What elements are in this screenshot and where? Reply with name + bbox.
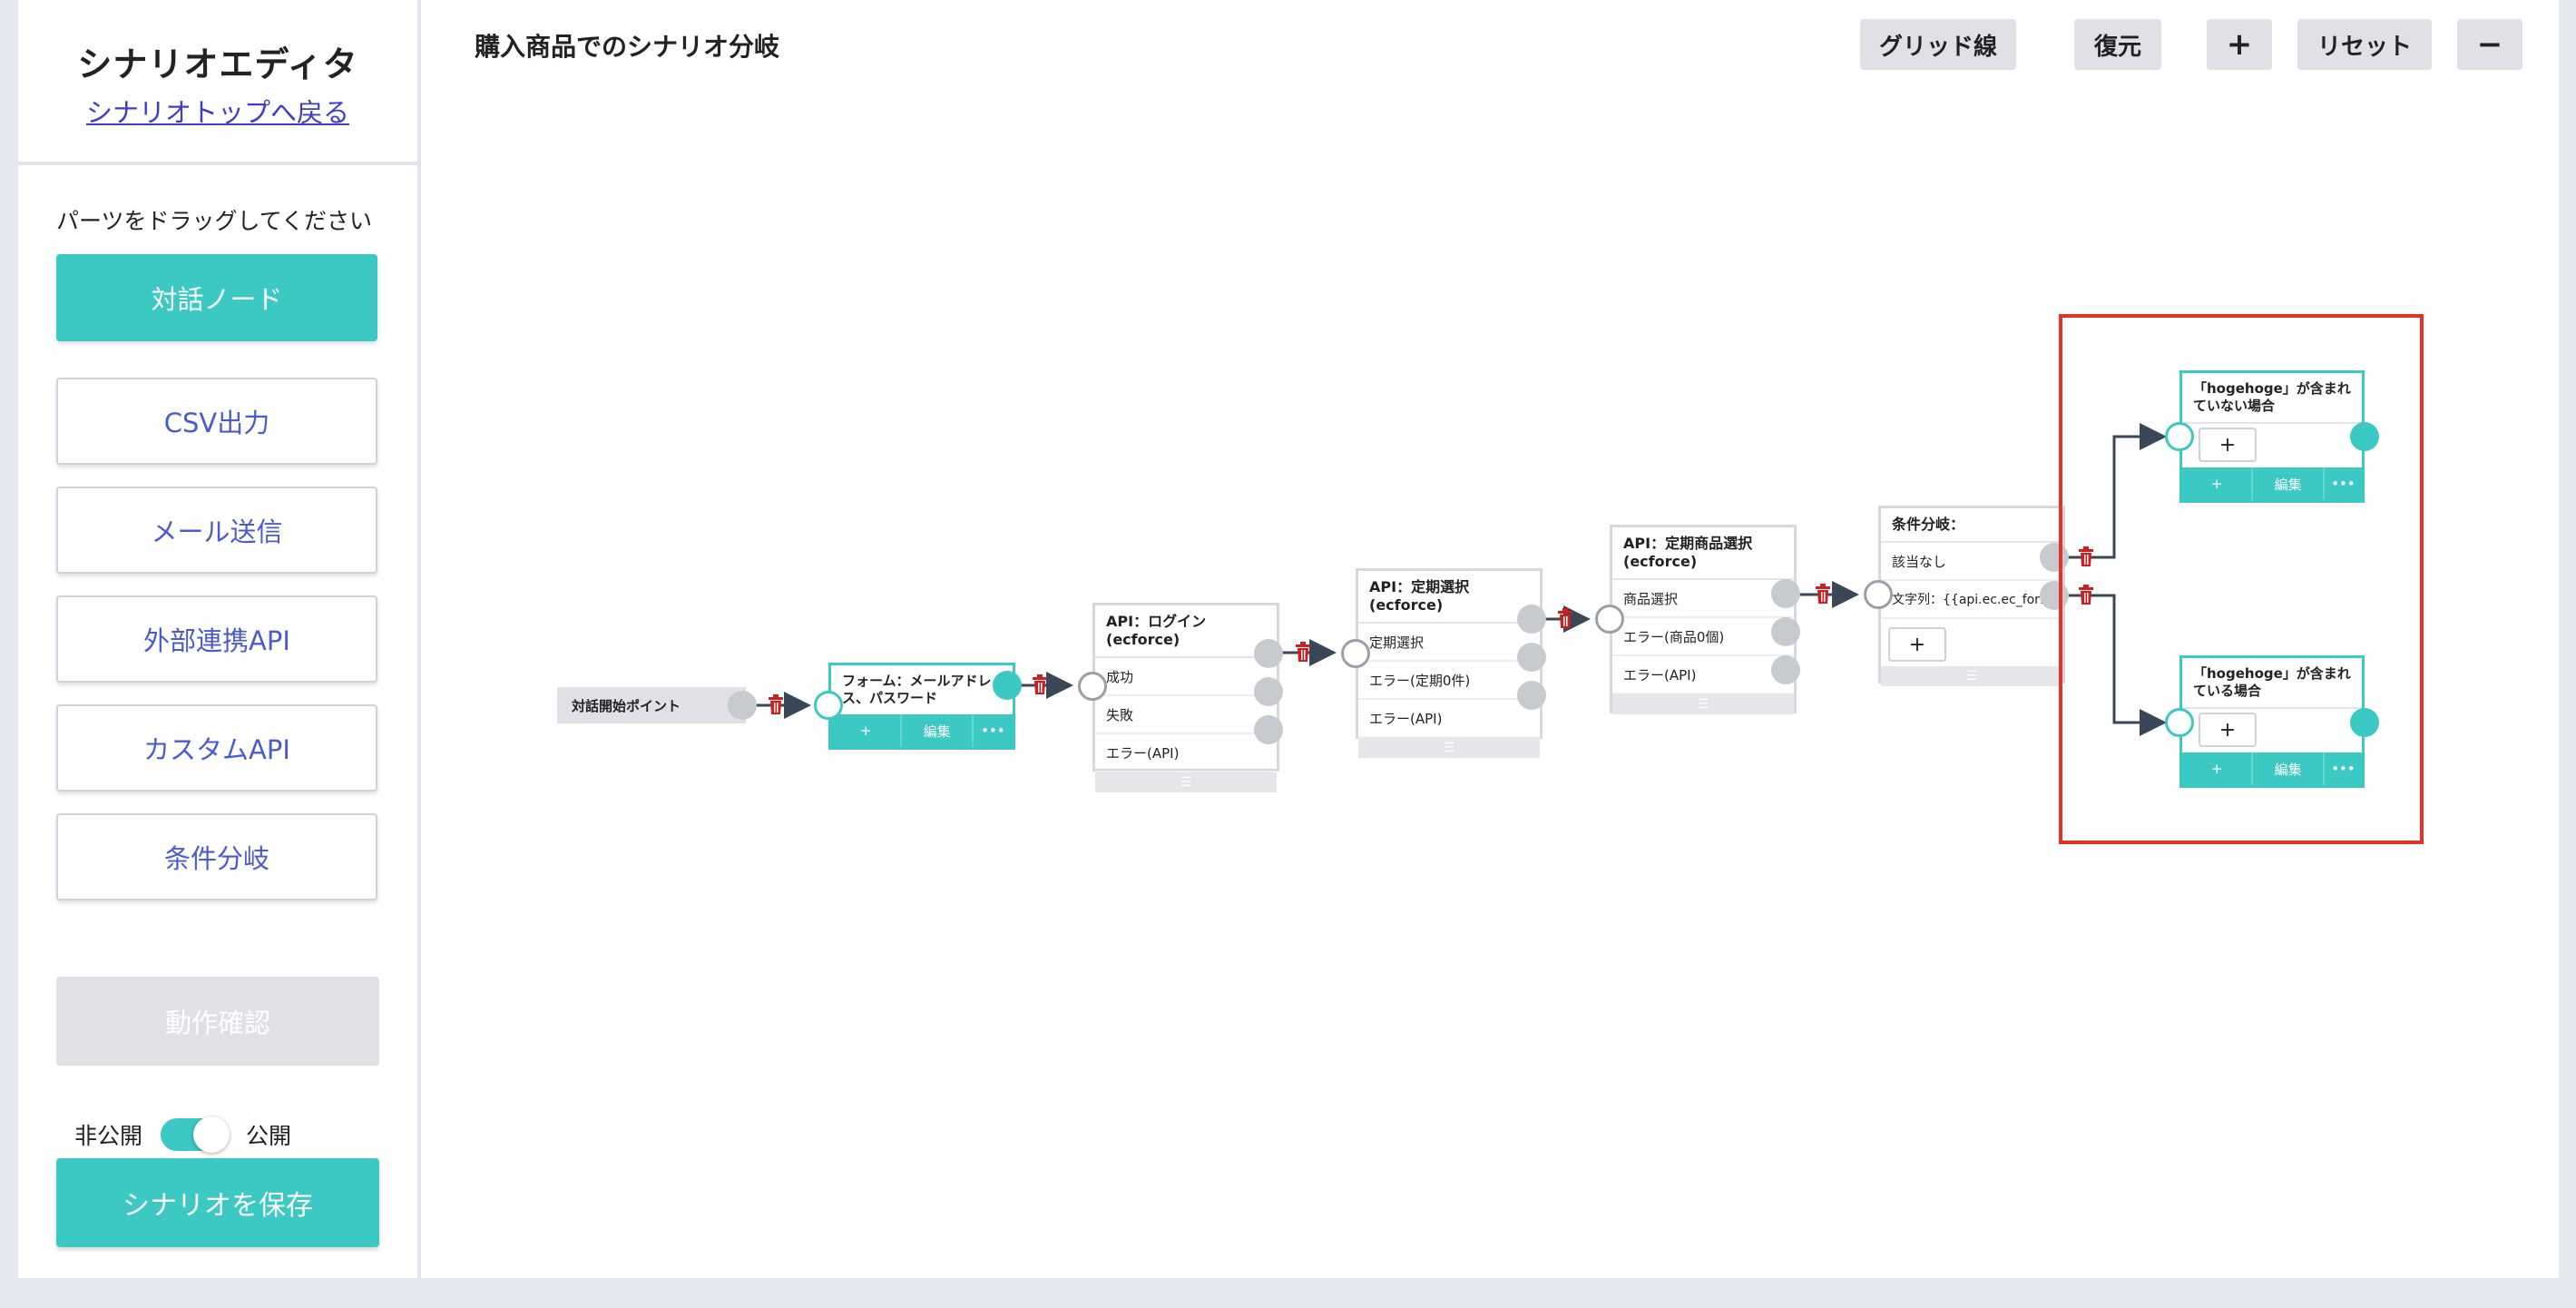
part-csv-output[interactable]: CSV出力 [56, 378, 377, 465]
product-select-port[interactable] [1771, 579, 1800, 608]
save-scenario-button[interactable]: シナリオを保存 [56, 1158, 379, 1247]
contains-actions: + 編集 ••• [2182, 752, 2362, 785]
login-row-success: 成功 [1095, 658, 1277, 696]
publish-toggle-row: 非公開 公開 [74, 1116, 292, 1153]
not-contains-title: 「hogehoge」が含まれていない場合 [2182, 373, 2362, 424]
product-node-title: API：定期商品選択(ecforce) [1612, 527, 1794, 580]
product-input-port[interactable] [1595, 605, 1624, 634]
login-row-fail: 失敗 [1095, 696, 1277, 734]
condition-row-string: 文字列：{{api.ec.ec_for… [1881, 581, 2062, 619]
login-error-port[interactable] [1254, 715, 1283, 744]
product-error-zero-port[interactable] [1771, 617, 1800, 646]
contains-input-port[interactable] [2165, 708, 2194, 737]
product-row-error-api: エラー(API) [1612, 656, 1794, 694]
start-point-node[interactable]: 対話開始ポイント [557, 687, 746, 723]
product-row-error-zero: エラー(商品0個) [1612, 618, 1794, 656]
part-condition-branch[interactable]: 条件分岐 [56, 813, 377, 900]
delete-edge-condition-string-trash-icon[interactable] [2078, 585, 2094, 605]
delete-edge-product-condition-trash-icon[interactable] [1815, 584, 1831, 604]
login-success-port[interactable] [1254, 639, 1283, 668]
part-send-mail[interactable]: メール送信 [56, 487, 377, 574]
contains-edit-button[interactable]: 編集 [2253, 752, 2325, 785]
contains-title: 「hogehoge」が含まれている場合 [2182, 658, 2362, 709]
form-node-actions: + 編集 ••• [831, 714, 1013, 747]
login-input-port[interactable] [1078, 672, 1107, 701]
app-window: シナリオエディタ シナリオトップへ戻る パーツをドラッグしてください 対話ノード… [18, 0, 2559, 1278]
form-more-button[interactable]: ••• [974, 714, 1013, 747]
login-api-node[interactable]: API：ログイン(ecforce) 成功 失敗 エラー(API) ☰ [1092, 603, 1279, 792]
subscription-row-select: 定期選択 [1358, 624, 1540, 662]
test-run-button[interactable]: 動作確認 [56, 977, 379, 1066]
login-fail-port[interactable] [1254, 677, 1283, 706]
not-contains-add-action[interactable]: + [2182, 467, 2254, 500]
start-point-label: 対話開始ポイント [572, 697, 681, 714]
contains-node[interactable]: 「hogehoge」が含まれている場合 + + 編集 ••• [2179, 655, 2365, 788]
start-output-port[interactable] [728, 691, 757, 720]
subscription-api-node[interactable]: API：定期選択(ecforce) 定期選択 エラー(定期0件) エラー(API… [1356, 568, 1543, 758]
condition-branch-node[interactable]: 条件分岐： 該当なし 文字列：{{api.ec.ec_for… + ☰ [1878, 506, 2065, 686]
condition-node-title: 条件分岐： [1881, 508, 2062, 543]
delete-edge-login-subscription-trash-icon[interactable] [1295, 642, 1311, 662]
not-contains-more-button[interactable]: ••• [2325, 467, 2362, 500]
form-add-button[interactable]: + [831, 714, 903, 747]
part-custom-api[interactable]: カスタムAPI [56, 704, 377, 792]
subscription-error-api-port[interactable] [1517, 681, 1546, 710]
delete-edge-start-form-trash-icon[interactable] [768, 694, 784, 714]
publish-toggle[interactable] [161, 1116, 230, 1153]
form-node-title: フォーム：メールアドレス、パスワード [842, 673, 992, 706]
contains-more-button[interactable]: ••• [2325, 752, 2362, 785]
login-node-title: API：ログイン(ecforce) [1095, 605, 1277, 658]
product-drag-handle[interactable]: ☰ [1612, 694, 1794, 714]
condition-input-port[interactable] [1864, 580, 1893, 609]
delete-edge-form-login-trash-icon[interactable] [1032, 674, 1048, 694]
contains-output-port[interactable] [2350, 708, 2379, 737]
form-node[interactable]: フォーム：メールアドレス、パスワード + 編集 ••• [828, 663, 1015, 750]
login-drag-handle[interactable]: ☰ [1095, 772, 1277, 792]
part-dialog-node[interactable]: 対話ノード [56, 254, 377, 341]
login-row-error: エラー(API) [1095, 734, 1277, 772]
not-contains-edit-button[interactable]: 編集 [2253, 467, 2325, 500]
form-output-port[interactable] [993, 671, 1022, 700]
subscription-error-zero-port[interactable] [1517, 643, 1546, 672]
delete-edge-subscription-product-trash-icon[interactable] [1557, 608, 1573, 628]
part-external-api[interactable]: 外部連携API [56, 595, 377, 683]
subscription-drag-handle[interactable]: ☰ [1358, 738, 1540, 758]
condition-drag-handle[interactable]: ☰ [1881, 666, 2062, 686]
not-contains-input-port[interactable] [2165, 422, 2194, 451]
condition-row-none: 該当なし [1881, 543, 2062, 581]
condition-add-button[interactable]: + [1888, 627, 1946, 662]
toggle-knob [193, 1116, 230, 1153]
not-contains-actions: + 編集 ••• [2182, 467, 2362, 500]
editor-title: シナリオエディタ [77, 44, 358, 84]
contains-add-action[interactable]: + [2182, 752, 2254, 785]
delete-edge-condition-none-trash-icon[interactable] [2078, 546, 2094, 566]
subscription-select-port[interactable] [1517, 605, 1546, 634]
public-label: 公開 [246, 1123, 292, 1149]
not-contains-output-port[interactable] [2350, 422, 2379, 451]
drag-hint: パーツをドラッグしてください [56, 208, 373, 234]
subscription-row-error-api: エラー(API) [1358, 700, 1540, 738]
subscription-node-title: API：定期選択(ecforce) [1358, 571, 1540, 624]
not-contains-add-button[interactable]: + [2199, 428, 2257, 462]
sidebar: シナリオエディタ シナリオトップへ戻る パーツをドラッグしてください 対話ノード… [18, 0, 421, 1278]
form-edit-button[interactable]: 編集 [902, 714, 974, 747]
subscription-input-port[interactable] [1341, 639, 1370, 668]
private-label: 非公開 [74, 1123, 143, 1149]
sidebar-header: シナリオエディタ シナリオトップへ戻る [18, 0, 417, 165]
flow-canvas[interactable]: 購入商品でのシナリオ分岐 グリッド線 復元 + リセット − 対話開始ポイント … [421, 0, 2559, 1278]
subscription-row-error-zero: エラー(定期0件) [1358, 662, 1540, 700]
contains-add-button[interactable]: + [2199, 713, 2257, 747]
product-row-select: 商品選択 [1612, 580, 1794, 618]
product-error-api-port[interactable] [1771, 655, 1800, 684]
back-to-top-link[interactable]: シナリオトップへ戻る [86, 92, 349, 130]
form-input-port[interactable] [814, 691, 843, 720]
not-contains-node[interactable]: 「hogehoge」が含まれていない場合 + + 編集 ••• [2179, 370, 2365, 503]
condition-add-area: + [1881, 619, 2062, 666]
product-api-node[interactable]: API：定期商品選択(ecforce) 商品選択 エラー(商品0個) エラー(A… [1610, 525, 1797, 714]
